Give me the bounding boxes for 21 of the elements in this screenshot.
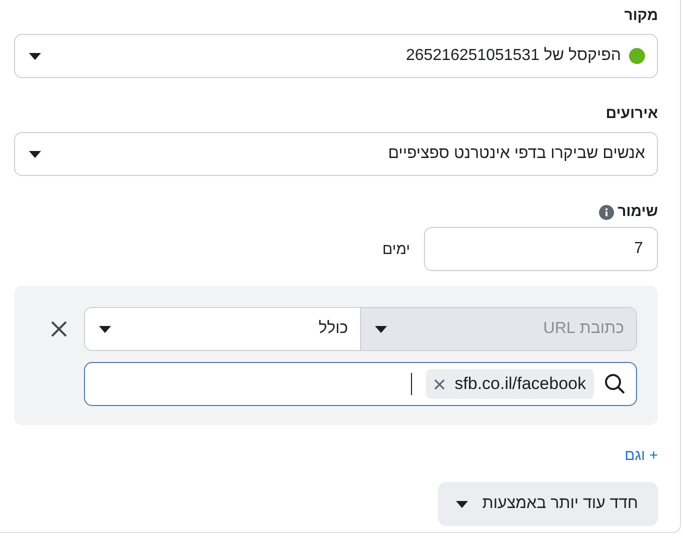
- unit-label: ימים: [382, 240, 410, 258]
- refine-button[interactable]: חדד עוד יותר באמצעות: [438, 482, 658, 526]
- caret-icon: [29, 150, 41, 158]
- caret-icon: [29, 52, 41, 60]
- retention-input[interactable]: 7: [424, 227, 658, 271]
- info-icon[interactable]: [598, 204, 614, 220]
- events-dropdown[interactable]: אנשים שביקרו בדפי אינטרנט ספציפיים: [14, 132, 658, 176]
- field-label: שימור: [618, 202, 658, 222]
- field-label: מקור: [624, 6, 658, 26]
- search-icon: [604, 373, 626, 395]
- close-icon[interactable]: [50, 320, 68, 338]
- add-condition-link[interactable]: + וגם: [624, 447, 658, 464]
- search-field[interactable]: sfb.co.il/facebook: [84, 362, 637, 406]
- remove-icon[interactable]: [434, 378, 445, 390]
- source-dropdown[interactable]: הפיקסל של 265216251051531: [14, 34, 658, 78]
- url-tag: sfb.co.il/facebook: [426, 369, 594, 399]
- caret-icon: [456, 500, 468, 508]
- dropdown[interactable]: כולל: [85, 308, 361, 350]
- caret-icon: [99, 326, 111, 332]
- field-label: אירועים: [606, 104, 658, 124]
- caret-icon: [375, 326, 387, 332]
